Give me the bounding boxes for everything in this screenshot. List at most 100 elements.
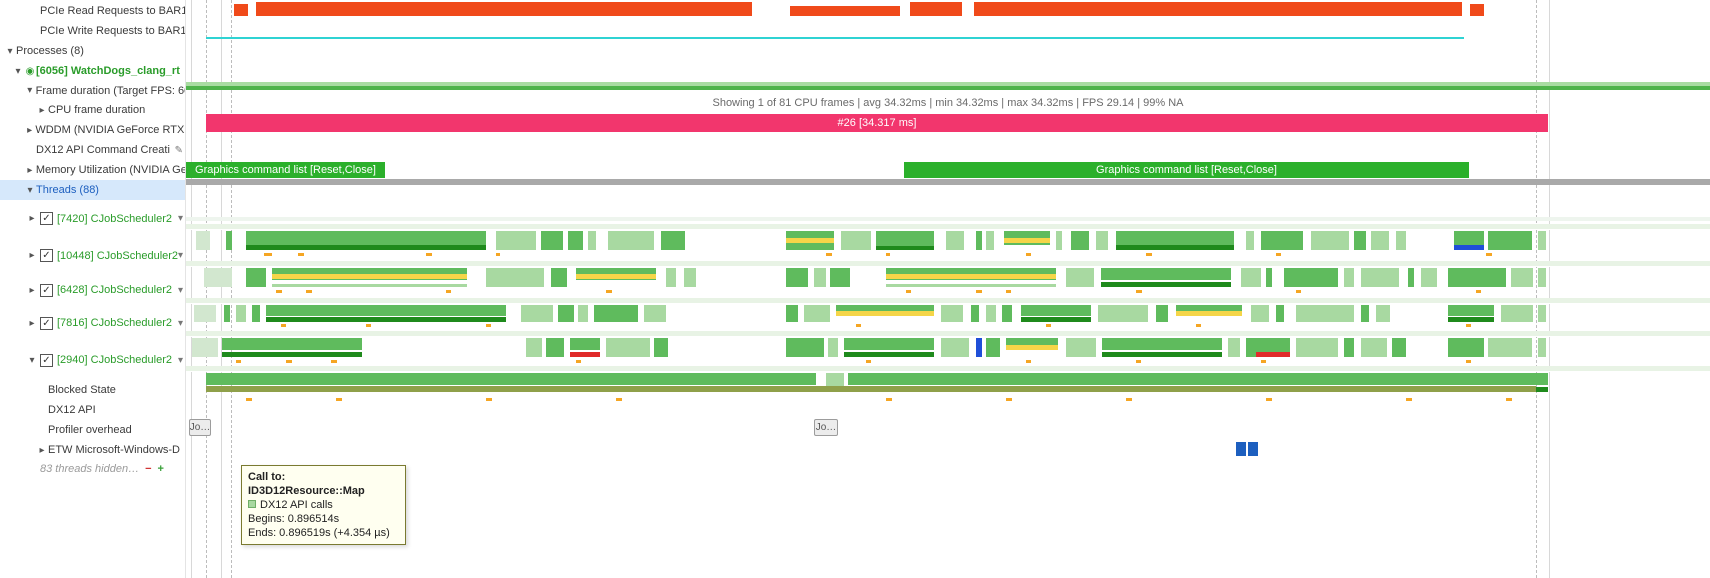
olive-band <box>206 386 1536 392</box>
row-etw[interactable]: ▸ETW Microsoft-Windows-D <box>0 440 185 460</box>
segment <box>568 231 583 250</box>
segment <box>186 86 1710 90</box>
chip <box>976 290 982 293</box>
dropdown-icon[interactable]: ▾ <box>178 250 183 261</box>
label-thread-2940: [2940] CJobScheduler2 <box>57 354 172 366</box>
lane-dx12-api-row[interactable] <box>186 442 1710 458</box>
segment <box>1066 268 1094 287</box>
blocked-job-box[interactable]: Jo… <box>189 419 211 436</box>
row-blocked-state[interactable]: Blocked State <box>0 380 185 400</box>
row-cpu-frame-duration[interactable]: ▸CPU frame duration <box>0 100 185 120</box>
timeline-panel[interactable]: Showing 1 of 81 CPU frames | avg 34.32ms… <box>186 0 1710 578</box>
chip <box>1146 253 1152 256</box>
segment <box>1002 305 1012 322</box>
edit-icon[interactable]: ✎ <box>175 145 183 156</box>
show-thread-button[interactable]: + <box>158 463 164 475</box>
segment <box>1448 317 1494 322</box>
chip <box>1136 360 1141 363</box>
segment <box>684 268 696 287</box>
chips <box>186 323 1710 328</box>
dropdown-icon[interactable]: ▾ <box>178 318 183 329</box>
checkbox-icon[interactable]: ✓ <box>40 212 53 225</box>
dropdown-icon[interactable]: ▾ <box>178 355 183 366</box>
lane-thread-6428[interactable] <box>186 298 1710 328</box>
row-processes[interactable]: ▾Processes (8) <box>0 41 185 61</box>
cmd-list-right[interactable]: Graphics command list [Reset,Close] <box>904 162 1469 178</box>
row-threads[interactable]: ▾Threads (88) <box>0 180 185 200</box>
dx12-event[interactable] <box>1248 442 1258 456</box>
row-dx12-api[interactable]: DX12 API <box>0 400 185 420</box>
row-bar1-write[interactable]: PCIe Write Requests to BAR1 <box>0 21 185 41</box>
segment <box>941 338 969 357</box>
segment <box>1448 338 1484 357</box>
checkbox-icon[interactable]: ✓ <box>40 284 53 297</box>
chip <box>1026 253 1031 256</box>
segment <box>644 305 666 322</box>
jo-label: Jo… <box>190 422 211 433</box>
dropdown-icon[interactable]: ▾ <box>178 213 183 224</box>
segment <box>830 268 850 287</box>
row-thread-10448[interactable]: ▸✓[10448] CJobScheduler2▾ <box>0 237 185 274</box>
time-track <box>186 298 1710 304</box>
lane-bar1-write[interactable] <box>186 29 1710 41</box>
segment <box>246 268 266 287</box>
row-dx12-api-cc[interactable]: DX12 API Command Creati✎ <box>0 140 185 160</box>
row-bar1-read[interactable]: PCIe Read Requests to BAR1 <box>0 0 185 21</box>
segment <box>1246 231 1254 250</box>
profiler-root: PCIe Read Requests to BAR1 PCIe Write Re… <box>0 0 1710 578</box>
row-thread-7420[interactable]: ▸✓[7420] CJobScheduler2▾ <box>0 200 185 237</box>
lane-thread-7420[interactable] <box>186 224 1710 258</box>
row-profiler-overhead[interactable]: Profiler overhead <box>0 420 185 440</box>
segment <box>496 231 536 250</box>
tooltip-begins: Begins: 0.896514s <box>248 512 399 526</box>
time-track <box>186 366 1710 372</box>
segment <box>246 231 486 245</box>
chip <box>298 253 304 256</box>
chip <box>1006 290 1011 293</box>
chevron-down-icon: ▾ <box>24 185 36 196</box>
tooltip-title: Call to: ID3D12Resource::Map <box>248 471 365 497</box>
row-wddm[interactable]: ▸WDDM (NVIDIA GeForce RTX 3 <box>0 120 185 140</box>
segment <box>1448 305 1494 316</box>
row-proc-6056[interactable]: ▾◉[6056] WatchDogs_clang_rt <box>0 61 185 81</box>
hide-thread-button[interactable]: − <box>145 463 151 475</box>
chip <box>496 253 500 256</box>
lane-thread-2940[interactable] <box>186 366 1710 411</box>
row-frame-duration[interactable]: ▾Frame duration (Target FPS: 60 <box>0 81 185 100</box>
segment <box>194 305 216 322</box>
dx12-event[interactable] <box>1236 442 1246 456</box>
segment <box>790 6 900 16</box>
cmd-list-left[interactable]: Graphics command list [Reset,Close] <box>186 162 385 178</box>
row-thread-7816[interactable]: ▸✓[7816] CJobScheduler2▾ <box>0 306 185 340</box>
lane-thread-7816[interactable] <box>186 331 1710 363</box>
lane-thread-10448[interactable] <box>186 261 1710 295</box>
blocked-job-box[interactable]: Jo… <box>814 419 838 436</box>
segment <box>246 245 486 250</box>
cpu-frame-bar[interactable]: #26 [34.317 ms] <box>206 114 1548 132</box>
lane-processes[interactable] <box>186 60 1710 90</box>
checkbox-icon[interactable]: ✓ <box>40 249 53 262</box>
chip <box>306 290 312 293</box>
segment <box>551 268 567 287</box>
row-thread-6428[interactable]: ▸✓[6428] CJobScheduler2▾ <box>0 274 185 306</box>
lane-dx12-cmd-creation[interactable]: Graphics command list [Reset,Close] Grap… <box>186 162 1710 178</box>
row-mem-util[interactable]: ▸Memory Utilization (NVIDIA Ge <box>0 160 185 180</box>
segment <box>1102 352 1222 357</box>
segment <box>1266 268 1272 287</box>
segment <box>946 231 964 250</box>
label-wddm: WDDM (NVIDIA GeForce RTX 3 <box>35 124 185 136</box>
dropdown-icon[interactable]: ▾ <box>178 285 183 296</box>
segment <box>192 338 218 357</box>
segments <box>186 268 1710 287</box>
row-thread-2940[interactable]: ▾✓[2940] CJobScheduler2▾ <box>0 340 185 380</box>
segment <box>786 305 798 322</box>
time-track <box>186 331 1710 337</box>
checkbox-icon[interactable]: ✓ <box>40 354 53 367</box>
lane-blocked-state[interactable]: Jo… Jo… <box>186 419 1710 439</box>
lane-bar1-read[interactable] <box>186 2 1710 18</box>
segment <box>814 268 826 287</box>
checkbox-icon[interactable]: ✓ <box>40 317 53 330</box>
lane-cpu-frame[interactable]: #26 [34.317 ms] <box>186 114 1710 132</box>
segment <box>1241 268 1261 287</box>
segment <box>1098 305 1148 322</box>
